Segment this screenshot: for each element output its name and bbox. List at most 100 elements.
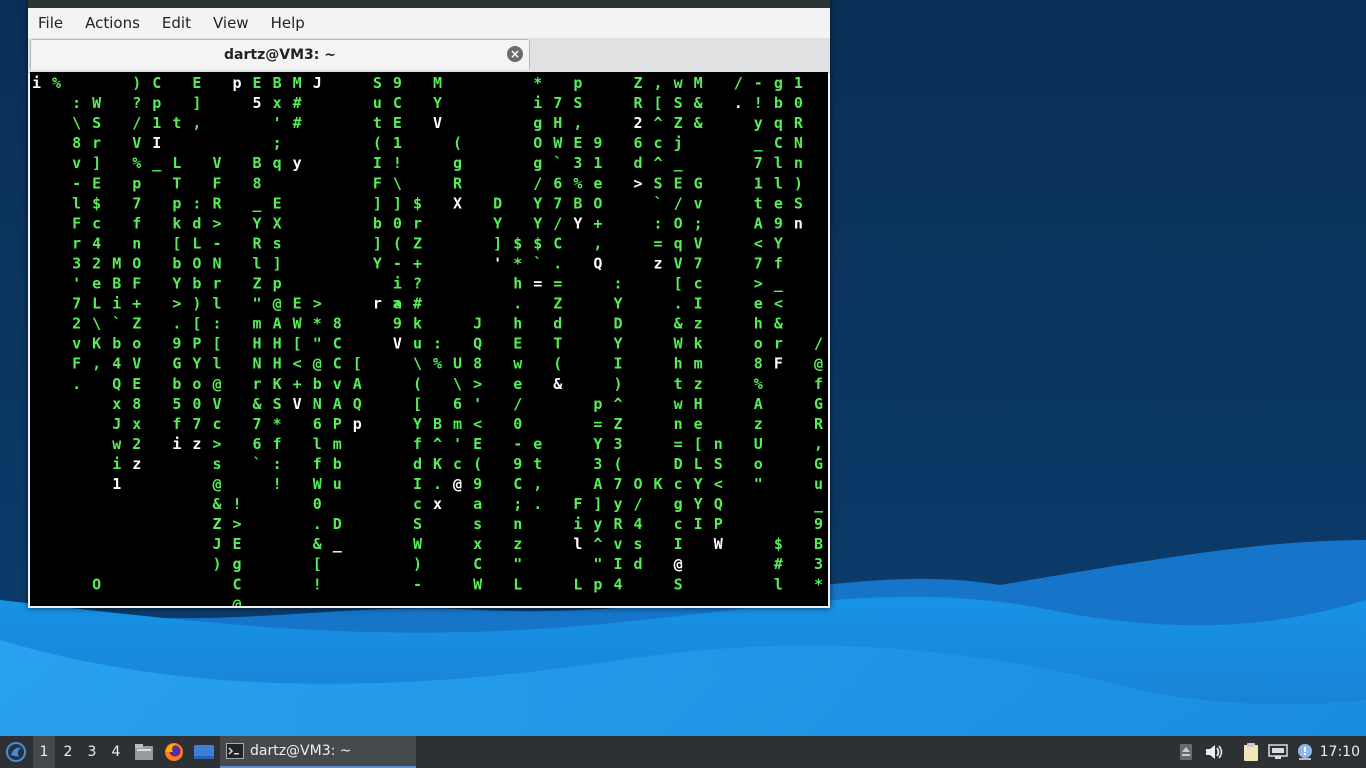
matrix-char: x [433, 495, 442, 513]
desktop-icon[interactable] [192, 736, 216, 768]
matrix-char: < [774, 295, 783, 313]
matrix-char: > [754, 275, 763, 293]
matrix-char: 2 [72, 315, 81, 333]
matrix-char: z [694, 315, 703, 333]
matrix-char: V [212, 154, 221, 172]
matrix-char: 1 [112, 475, 121, 493]
matrix-char: L [513, 575, 522, 593]
matrix-char: p [172, 194, 181, 212]
matrix-char: _ [814, 495, 824, 513]
matrix-char: . [734, 94, 743, 112]
matrix-char: 1 [794, 74, 803, 92]
matrix-char: b [112, 335, 121, 353]
close-icon[interactable]: × [507, 46, 523, 62]
matrix-char: + [132, 295, 141, 313]
matrix-char: - [754, 74, 763, 92]
matrix-char: ' [273, 114, 282, 132]
matrix-char: n [794, 214, 803, 232]
matrix-char: @ [273, 295, 282, 313]
matrix-char: n [674, 415, 683, 433]
menu-file[interactable]: File [28, 14, 74, 32]
matrix-char: " [754, 475, 763, 493]
matrix-char: . [674, 295, 683, 313]
menu-actions[interactable]: Actions [74, 14, 151, 32]
matrix-char: > [212, 435, 221, 453]
matrix-char: M [694, 74, 703, 92]
matrix-char: R [453, 174, 463, 192]
clipboard-icon[interactable] [1240, 736, 1262, 768]
matrix-char: J [112, 415, 121, 433]
matrix-char: 7 [613, 475, 622, 493]
matrix-char: ; [273, 134, 282, 152]
file-manager-icon[interactable] [132, 736, 156, 768]
matrix-char: ) [212, 555, 221, 573]
matrix-char: c [674, 475, 683, 493]
clock[interactable]: 17:10 [1320, 736, 1360, 768]
matrix-char: u [814, 475, 823, 493]
matrix-char: b [774, 94, 783, 112]
matrix-char: b [172, 254, 181, 272]
firefox-icon[interactable] [162, 736, 186, 768]
matrix-char: & [694, 114, 704, 132]
matrix-char: , [533, 475, 542, 493]
matrix-char: B [112, 275, 121, 293]
workspace-2[interactable]: 2 [57, 736, 79, 768]
matrix-char: C [233, 575, 242, 593]
matrix-char: : [72, 94, 81, 112]
matrix-char: l [253, 254, 262, 272]
matrix-char: 5 [253, 94, 262, 112]
workspace-4[interactable]: 4 [105, 736, 127, 768]
matrix-char: 8 [72, 134, 81, 152]
matrix-char: v [694, 194, 703, 212]
matrix-char: V [674, 254, 683, 272]
workspace-1[interactable]: 1 [33, 736, 55, 768]
matrix-char: ` [654, 194, 663, 212]
matrix-char: R [634, 94, 644, 112]
matrix-char: = [533, 275, 542, 293]
matrix-char: & [694, 94, 704, 112]
matrix-char: A [593, 475, 602, 493]
matrix-char: v [613, 535, 622, 553]
matrix-char: [ [293, 335, 302, 353]
tab-terminal[interactable]: dartz@VM3: ~ × [30, 39, 530, 70]
matrix-char: y [593, 515, 602, 533]
matrix-char: z [513, 535, 522, 553]
matrix-char: l [72, 194, 81, 212]
matrix-char: < [754, 234, 763, 252]
matrix-char: > [172, 295, 181, 313]
workspace-3[interactable]: 3 [81, 736, 103, 768]
matrix-char: U [453, 355, 462, 373]
menu-edit[interactable]: Edit [151, 14, 202, 32]
menu-help[interactable]: Help [260, 14, 316, 32]
taskbar-task-terminal[interactable]: dartz@VM3: ~ [220, 736, 416, 768]
matrix-char: ! [393, 154, 402, 172]
matrix-char: o [192, 375, 201, 393]
matrix-char: D [613, 315, 622, 333]
network-icon[interactable] [1267, 736, 1289, 768]
matrix-char: A [754, 214, 763, 232]
matrix-char: k [694, 335, 703, 353]
matrix-char: P [714, 515, 723, 533]
volume-icon[interactable] [1203, 736, 1225, 768]
matrix-char: V [433, 114, 442, 132]
matrix-char: r [92, 134, 101, 152]
matrix-char: K [92, 335, 101, 353]
update-notifier-icon[interactable] [1294, 736, 1316, 768]
matrix-char: [ [654, 94, 663, 112]
eject-icon[interactable] [1176, 736, 1196, 768]
matrix-char: 9 [774, 214, 783, 232]
start-menu-icon[interactable] [2, 736, 30, 768]
matrix-char: E [132, 375, 141, 393]
task-label: dartz@VM3: ~ [250, 743, 352, 759]
matrix-char: k [413, 315, 422, 333]
matrix-char: + [293, 375, 302, 393]
menu-view[interactable]: View [202, 14, 260, 32]
matrix-char: # [293, 94, 302, 112]
matrix-char: l [573, 535, 582, 553]
matrix-char: C [333, 335, 342, 353]
matrix-char: # [774, 555, 783, 573]
matrix-char: / [132, 114, 141, 132]
window-titlebar[interactable] [28, 0, 830, 8]
terminal-output[interactable]: i%: \ 8 v - l Fr 3 ' 7 2 v F. W Sr] E $ c 4 2 e L \ K, O M Bi ` b 4 Qx… [30, 72, 828, 606]
matrix-char: ' [493, 254, 502, 272]
